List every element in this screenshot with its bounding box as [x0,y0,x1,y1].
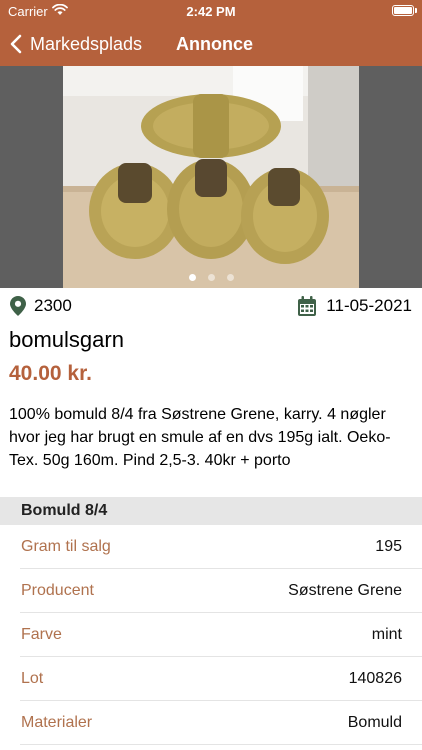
chevron-left-icon [10,34,22,54]
detail-value: 140826 [348,670,402,687]
detail-value: Bomuld [347,714,402,731]
page-indicator[interactable] [0,268,422,286]
map-pin-icon [10,296,26,316]
detail-row-producent: Producent Søstrene Grene [20,569,422,613]
yarn-photo [63,66,359,288]
listing-price: 40.00 kr. [9,362,92,385]
detail-row-materialer: Materialer Bomuld [20,701,422,745]
detail-row-lot: Lot 140826 [20,657,422,701]
clock: 2:42 PM [186,4,236,19]
detail-value: 195 [375,538,402,555]
detail-row-farve: Farve mint [20,613,422,657]
page-title: Annonce [176,34,254,54]
detail-label: Producent [21,582,94,599]
back-button-label: Markedsplads [30,33,143,54]
listing-title: bomulsgarn [9,327,124,352]
detail-value: Søstrene Grene [288,582,402,599]
location: 2300 [10,296,72,316]
page-dot-1[interactable] [188,274,196,281]
calendar-icon [298,296,317,316]
detail-value: mint [371,626,402,643]
detail-row-gram: Gram til salg 195 [20,525,422,569]
details-section-header: Bomuld 8/4 [0,497,422,525]
listing-description: 100% bomuld 8/4 fra Søstrene Grene, karr… [9,406,391,469]
detail-label: Farve [21,626,62,643]
page-dot-3[interactable] [226,274,234,281]
battery-tip [415,8,417,13]
section-title: Bomuld 8/4 [21,502,108,519]
status-bar: Carrier 2:42 PM [0,0,422,22]
listing-meta: 2300 11-05-2021 [0,294,422,320]
back-button[interactable]: Markedsplads [10,30,142,58]
detail-label: Gram til salg [21,538,111,555]
posted-date: 11-05-2021 [298,296,412,316]
detail-label: Materialer [21,714,93,731]
image-gallery[interactable] [0,66,422,288]
date-value: 11-05-2021 [326,296,412,315]
detail-label: Lot [21,670,44,687]
navigation-header: Carrier 2:42 PM Markedsplads Annonce [0,0,422,66]
battery-icon [392,5,414,16]
details-list: Gram til salg 195 Producent Søstrene Gre… [0,525,422,745]
page-dot-2[interactable] [207,274,215,281]
listing-photo[interactable] [63,66,359,288]
zip-code: 2300 [34,296,72,315]
